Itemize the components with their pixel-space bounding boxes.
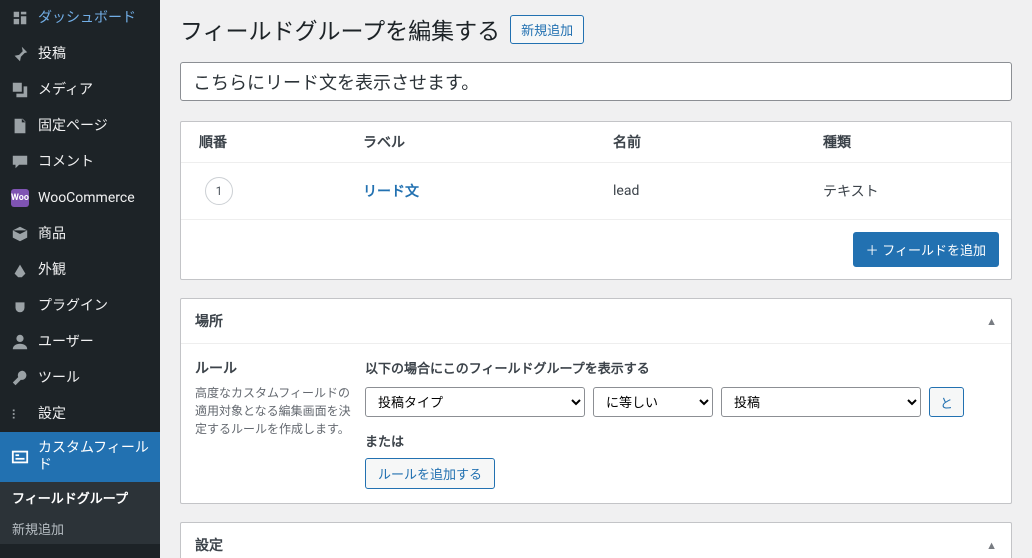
sidebar-item-posts[interactable]: 投稿 [0,36,160,72]
field-label-link[interactable]: リード文 [363,184,419,200]
user-icon [10,332,30,352]
current-arrow-icon [160,449,168,465]
sidebar-item-settings[interactable]: 設定 [0,396,160,432]
submenu-item-field-groups[interactable]: フィールドグループ [0,482,160,513]
rule-desc: 高度なカスタムフィールドの適用対象となる編集画面を決定するルールを作成します。 [195,384,351,438]
location-side: ルール 高度なカスタムフィールドの適用対象となる編集画面を決定するルールを作成し… [195,358,365,489]
sidebar-item-label: コメント [38,154,152,171]
settings-panel: 設定 ▲ 有効 はい [180,522,1012,558]
sidebar-item-label: メディア [38,82,152,99]
sidebar-item-media[interactable]: メディア [0,72,160,108]
sidebar-item-label: 商品 [38,226,152,243]
sidebar-submenu: フィールドグループ 新規追加 [0,482,160,544]
comment-icon [10,152,30,172]
sidebar-item-label: プラグイン [38,298,152,315]
sidebar-item-label: カスタムフィールド [38,440,152,474]
order-badge: 1 [205,177,233,205]
rule-or-label: または [365,431,997,450]
sidebar-item-label: 投稿 [38,46,152,63]
sidebar-item-tools[interactable]: ツール [0,360,160,396]
fields-box: 順番 ラベル 名前 種類 1 リード文 lead テキスト ＋ フィールドを追加 [180,121,1012,280]
settings-icon [10,404,30,424]
add-new-button[interactable]: 新規追加 [510,15,584,44]
media-icon [10,80,30,100]
panel-toggle-icon: ▲ [986,315,997,328]
sidebar-item-pages[interactable]: 固定ページ [0,108,160,144]
add-rule-button[interactable]: ルールを追加する [365,458,495,489]
tool-icon [10,368,30,388]
sidebar-item-label: 設定 [38,406,152,423]
rule-value-select[interactable]: 投稿 [721,387,921,417]
panel-toggle-icon: ▲ [986,539,997,552]
add-field-button[interactable]: ＋ フィールドを追加 [853,232,999,267]
sidebar-item-dashboard[interactable]: ダッシュボード [0,0,160,36]
rule-row: 投稿タイプ に等しい 投稿 と [365,387,997,417]
location-panel-header[interactable]: 場所 ▲ [181,299,1011,344]
sidebar-item-products[interactable]: 商品 [0,216,160,252]
sidebar-item-label: ダッシュボード [38,10,152,27]
col-header-order: 順番 [193,132,363,152]
settings-panel-title: 設定 [195,535,223,555]
product-icon [10,224,30,244]
rule-intro: 以下の場合にこのフィールドグループを表示する [365,358,997,377]
sidebar-item-users[interactable]: ユーザー [0,324,160,360]
appearance-icon [10,260,30,280]
sidebar-item-woocommerce[interactable]: Woo WooCommerce [0,180,160,216]
sidebar-item-label: 外観 [38,262,152,279]
sidebar-item-custom-fields[interactable]: カスタムフィールド [0,432,160,482]
cf-icon [10,447,30,467]
rule-param-select[interactable]: 投稿タイプ [365,387,585,417]
col-header-type: 種類 [823,132,999,152]
page-icon [10,116,30,136]
sidebar-item-label: ユーザー [38,334,152,351]
sidebar-item-label: ツール [38,370,152,387]
location-panel-body: ルール 高度なカスタムフィールドの適用対象となる編集画面を決定するルールを作成し… [181,344,1011,503]
sidebar-item-appearance[interactable]: 外観 [0,252,160,288]
admin-sidebar: ダッシュボード 投稿 メディア 固定ページ コメント Woo WooCommer… [0,0,160,558]
field-name: lead [613,183,823,199]
page-title: フィールドグループを編集する [180,12,500,46]
fields-footer: ＋ フィールドを追加 [181,219,1011,279]
location-main: 以下の場合にこのフィールドグループを表示する 投稿タイプ に等しい 投稿 と ま… [365,358,997,489]
sidebar-item-plugins[interactable]: プラグイン [0,288,160,324]
pin-icon [10,44,30,64]
woo-icon: Woo [10,188,30,208]
rule-operator-select[interactable]: に等しい [593,387,713,417]
sidebar-item-comments[interactable]: コメント [0,144,160,180]
sidebar-item-label: WooCommerce [38,190,152,207]
sidebar-item-label: 固定ページ [38,118,152,135]
table-row[interactable]: 1 リード文 lead テキスト [181,163,1011,219]
rule-and-button[interactable]: と [929,387,964,417]
page-header: フィールドグループを編集する 新規追加 [180,0,1012,62]
main-content: フィールドグループを編集する 新規追加 順番 ラベル 名前 種類 1 リード文 … [160,0,1032,558]
col-header-name: 名前 [613,132,823,152]
settings-panel-header[interactable]: 設定 ▲ [181,523,1011,558]
location-panel: 場所 ▲ ルール 高度なカスタムフィールドの適用対象となる編集画面を決定するルー… [180,298,1012,504]
rule-title: ルール [195,358,351,378]
field-type: テキスト [823,181,999,201]
plugin-icon [10,296,30,316]
submenu-item-add-new[interactable]: 新規追加 [0,513,160,544]
location-panel-title: 場所 [195,311,223,331]
dashboard-icon [10,8,30,28]
col-header-label: ラベル [363,132,613,152]
group-title-input[interactable] [180,62,1012,101]
fields-header: 順番 ラベル 名前 種類 [181,122,1011,163]
